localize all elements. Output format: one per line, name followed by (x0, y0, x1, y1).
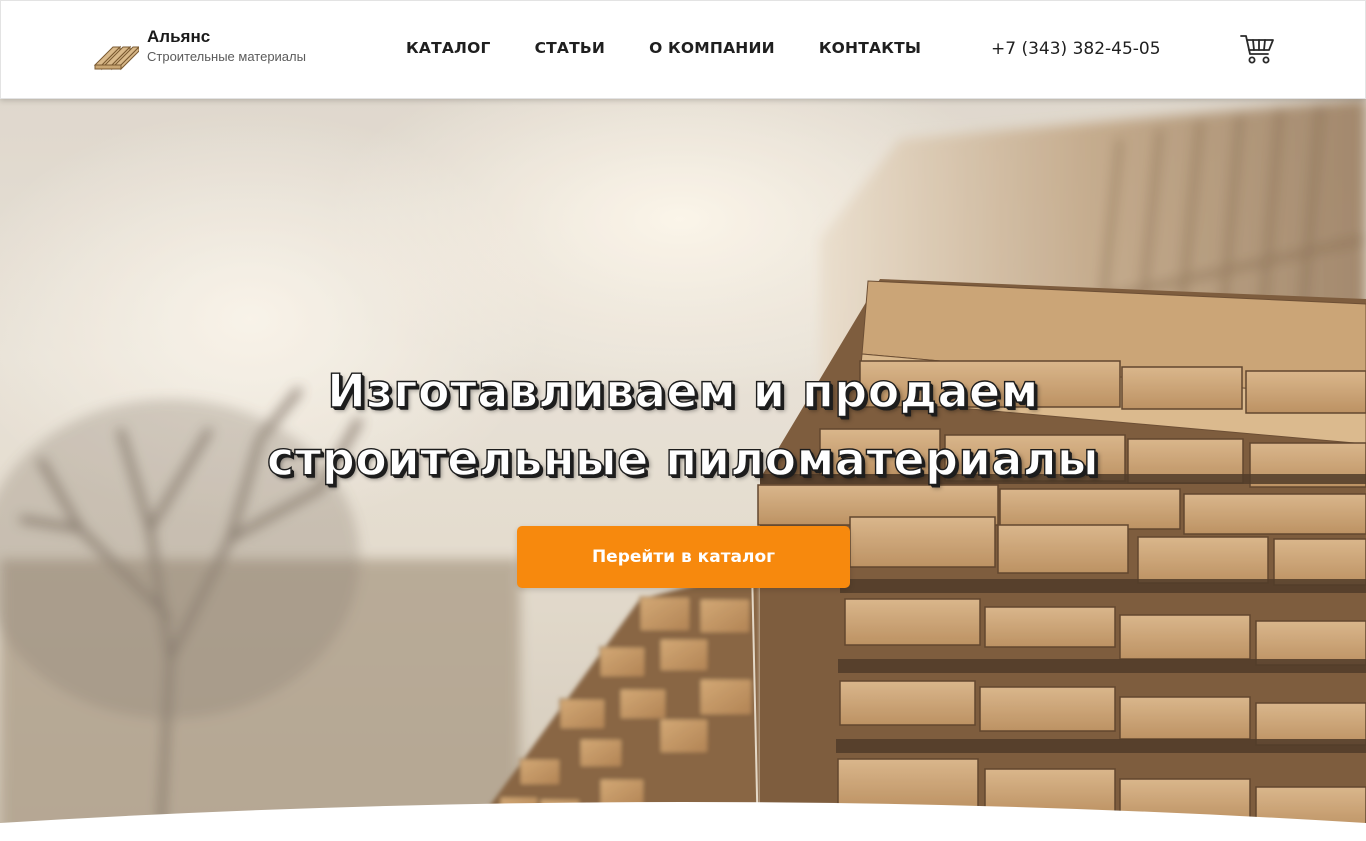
main-nav: КАТАЛОГ СТАТЬИ О КОМПАНИИ КОНТАКТЫ (406, 39, 921, 57)
site-header: Альянс Строительные материалы КАТАЛОГ СТ… (0, 0, 1366, 99)
hero-title-line-2: строительные пиломатериалы (266, 431, 1100, 486)
phone-number[interactable]: +7 (343) 382-45-05 (991, 39, 1161, 59)
nav-item-articles[interactable]: СТАТЬИ (535, 39, 606, 57)
nav-item-catalog[interactable]: КАТАЛОГ (406, 39, 491, 57)
logo[interactable]: Альянс Строительные материалы (93, 25, 306, 79)
nav-item-contacts[interactable]: КОНТАКТЫ (819, 39, 921, 57)
go-to-catalog-button[interactable]: Перейти в каталог (517, 526, 850, 588)
hero-bottom-curve (0, 802, 1366, 841)
lumber-logo-icon (93, 45, 139, 71)
hero-title-line-1: Изготавливаем и продаем (326, 363, 1039, 418)
brand-tagline: Строительные материалы (147, 49, 306, 64)
shopping-cart-icon[interactable] (1239, 32, 1275, 66)
nav-item-about[interactable]: О КОМПАНИИ (649, 39, 775, 57)
hero-title: Изготавливаем и продаем строительные пил… (0, 357, 1366, 493)
hero-section: Изготавливаем и продаем строительные пил… (0, 99, 1366, 841)
brand-name: Альянс (147, 27, 211, 46)
